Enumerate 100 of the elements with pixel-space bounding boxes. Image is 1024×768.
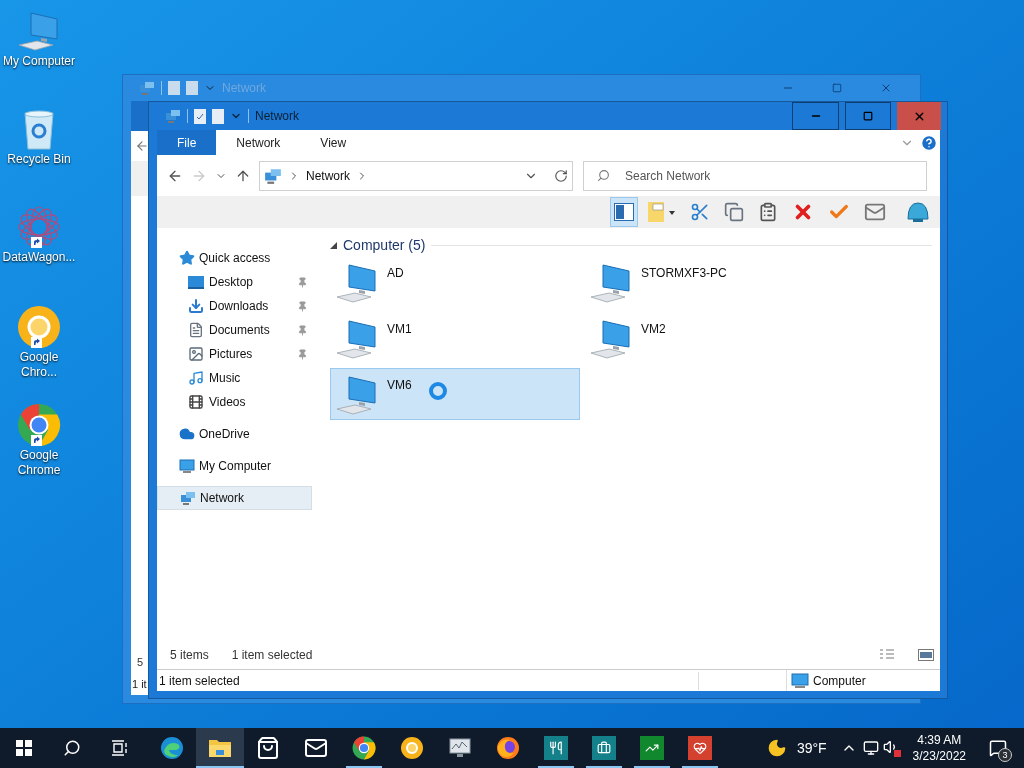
folder-icon bbox=[208, 737, 232, 759]
running-indicator bbox=[196, 766, 244, 768]
status-text: 5 bbox=[137, 654, 144, 670]
firefox-icon bbox=[496, 736, 520, 760]
window-title: Network bbox=[222, 80, 266, 97]
status-text: 1 item selected bbox=[157, 671, 699, 690]
zone-text: Computer bbox=[813, 672, 866, 690]
nav-item[interactable]: OneDrive bbox=[157, 422, 312, 446]
status-text: 1 item selected bbox=[231, 647, 313, 664]
computer-item[interactable]: VM6 bbox=[330, 368, 580, 420]
ribbon-tab[interactable]: File bbox=[157, 130, 217, 155]
search-icon bbox=[597, 168, 610, 182]
nav-item[interactable]: Documents bbox=[157, 318, 312, 342]
moon-icon[interactable] bbox=[766, 738, 787, 758]
running-indicator bbox=[682, 766, 718, 768]
desktop-icon-label: My Computer bbox=[2, 54, 76, 69]
help-icon[interactable] bbox=[920, 133, 938, 152]
computer-icon bbox=[335, 373, 379, 417]
cloud-icon bbox=[179, 426, 195, 442]
group-header: Computer (5) bbox=[343, 235, 426, 255]
envelope-icon bbox=[864, 201, 886, 223]
briefcase-tile-icon bbox=[592, 736, 616, 760]
nav-item[interactable]: Videos bbox=[157, 390, 312, 414]
network-icon bbox=[180, 490, 196, 506]
nav-item[interactable]: Downloads bbox=[157, 294, 312, 318]
network-icon bbox=[165, 108, 181, 124]
chrome-icon bbox=[352, 736, 376, 760]
network-icon bbox=[264, 166, 282, 185]
status-text: 5 items bbox=[170, 647, 209, 664]
search-field[interactable]: Search Network bbox=[583, 160, 927, 191]
maximize-icon bbox=[863, 111, 873, 121]
computer-item[interactable]: VM1 bbox=[330, 312, 580, 364]
picture-icon bbox=[188, 346, 204, 362]
computer-item[interactable]: STORMXF3-PC bbox=[584, 256, 834, 308]
chart-tile-icon bbox=[640, 736, 664, 760]
scissors-icon bbox=[690, 202, 710, 222]
desktop-icon-label: Google Chrome bbox=[16, 448, 62, 478]
utensils-tile-icon bbox=[544, 736, 568, 760]
desktop-icon-label: Recycle Bin bbox=[6, 152, 72, 167]
desktop-icon bbox=[188, 275, 204, 289]
window-title: Network bbox=[255, 108, 299, 125]
address-bar[interactable]: Network bbox=[259, 160, 573, 191]
edge-icon bbox=[160, 736, 184, 760]
nav-item[interactable]: My Computer bbox=[157, 454, 312, 478]
computer-icon bbox=[589, 261, 633, 305]
preview-pane-icon bbox=[614, 203, 634, 221]
network-icon bbox=[139, 80, 155, 96]
ribbon-tab[interactable]: View bbox=[300, 130, 367, 155]
task-view-icon bbox=[111, 740, 129, 756]
nav-item[interactable]: Music bbox=[157, 366, 312, 390]
toolbar-button[interactable] bbox=[610, 197, 638, 227]
notifications-button[interactable]: 3 bbox=[978, 728, 1018, 768]
running-indicator bbox=[538, 766, 574, 768]
clock[interactable]: 4:39 AM 3/23/2022 bbox=[912, 732, 966, 764]
nav-item[interactable]: Quick access bbox=[157, 246, 312, 270]
clipboard-icon bbox=[758, 202, 778, 222]
running-indicator bbox=[634, 766, 670, 768]
monitor-icon bbox=[791, 672, 809, 689]
desktop-icon[interactable]: Google Chrome bbox=[0, 402, 78, 478]
notification-count: 3 bbox=[998, 748, 1012, 762]
download-arrow-icon bbox=[188, 298, 204, 314]
desktop-icon-label: DataWagon... bbox=[1, 250, 77, 265]
mail-icon bbox=[304, 736, 328, 760]
computer-icon bbox=[335, 317, 379, 361]
star-icon bbox=[179, 250, 195, 266]
computer-item[interactable]: VM2 bbox=[584, 312, 834, 364]
copy-icon bbox=[724, 202, 744, 222]
refresh-icon[interactable] bbox=[554, 168, 568, 183]
running-indicator bbox=[346, 766, 382, 768]
document-icon bbox=[188, 322, 204, 338]
search-icon bbox=[63, 739, 81, 757]
close-button[interactable] bbox=[897, 102, 941, 130]
collapse-caret-icon[interactable] bbox=[330, 241, 337, 249]
maximize-button[interactable] bbox=[845, 102, 891, 130]
heart-tile-icon bbox=[688, 736, 712, 760]
nav-item[interactable]: Network bbox=[157, 486, 312, 510]
weather-text[interactable]: 39°F bbox=[796, 737, 827, 759]
rosette-icon bbox=[17, 205, 61, 249]
desktop-icon-label: Google Chro... bbox=[18, 350, 60, 380]
film-icon bbox=[188, 394, 204, 410]
taskbar-button[interactable] bbox=[196, 728, 244, 768]
computer-item[interactable]: AD bbox=[330, 256, 580, 308]
volume-icon[interactable] bbox=[882, 739, 901, 757]
status-text: 1 it bbox=[132, 677, 147, 692]
address-segment[interactable]: Network bbox=[306, 166, 350, 185]
browser-icon bbox=[17, 305, 61, 349]
document-icon bbox=[186, 81, 198, 95]
desktop-icon[interactable]: Google Chro... bbox=[0, 304, 78, 380]
music-note-icon bbox=[188, 370, 204, 386]
properties-icon[interactable] bbox=[194, 108, 206, 124]
desktop-icon[interactable]: DataWagon... bbox=[0, 204, 78, 265]
network-status-icon[interactable] bbox=[862, 740, 879, 756]
ribbon-tab[interactable]: Network bbox=[216, 130, 301, 155]
large-icons-view-icon[interactable] bbox=[918, 649, 934, 661]
computer-icon bbox=[335, 261, 379, 305]
performance-monitor-icon bbox=[448, 736, 472, 760]
close-icon[interactable] bbox=[880, 82, 892, 94]
nav-item[interactable]: Pictures bbox=[157, 342, 312, 366]
minimize-button[interactable] bbox=[792, 102, 839, 130]
nav-item[interactable]: Desktop bbox=[157, 270, 312, 294]
